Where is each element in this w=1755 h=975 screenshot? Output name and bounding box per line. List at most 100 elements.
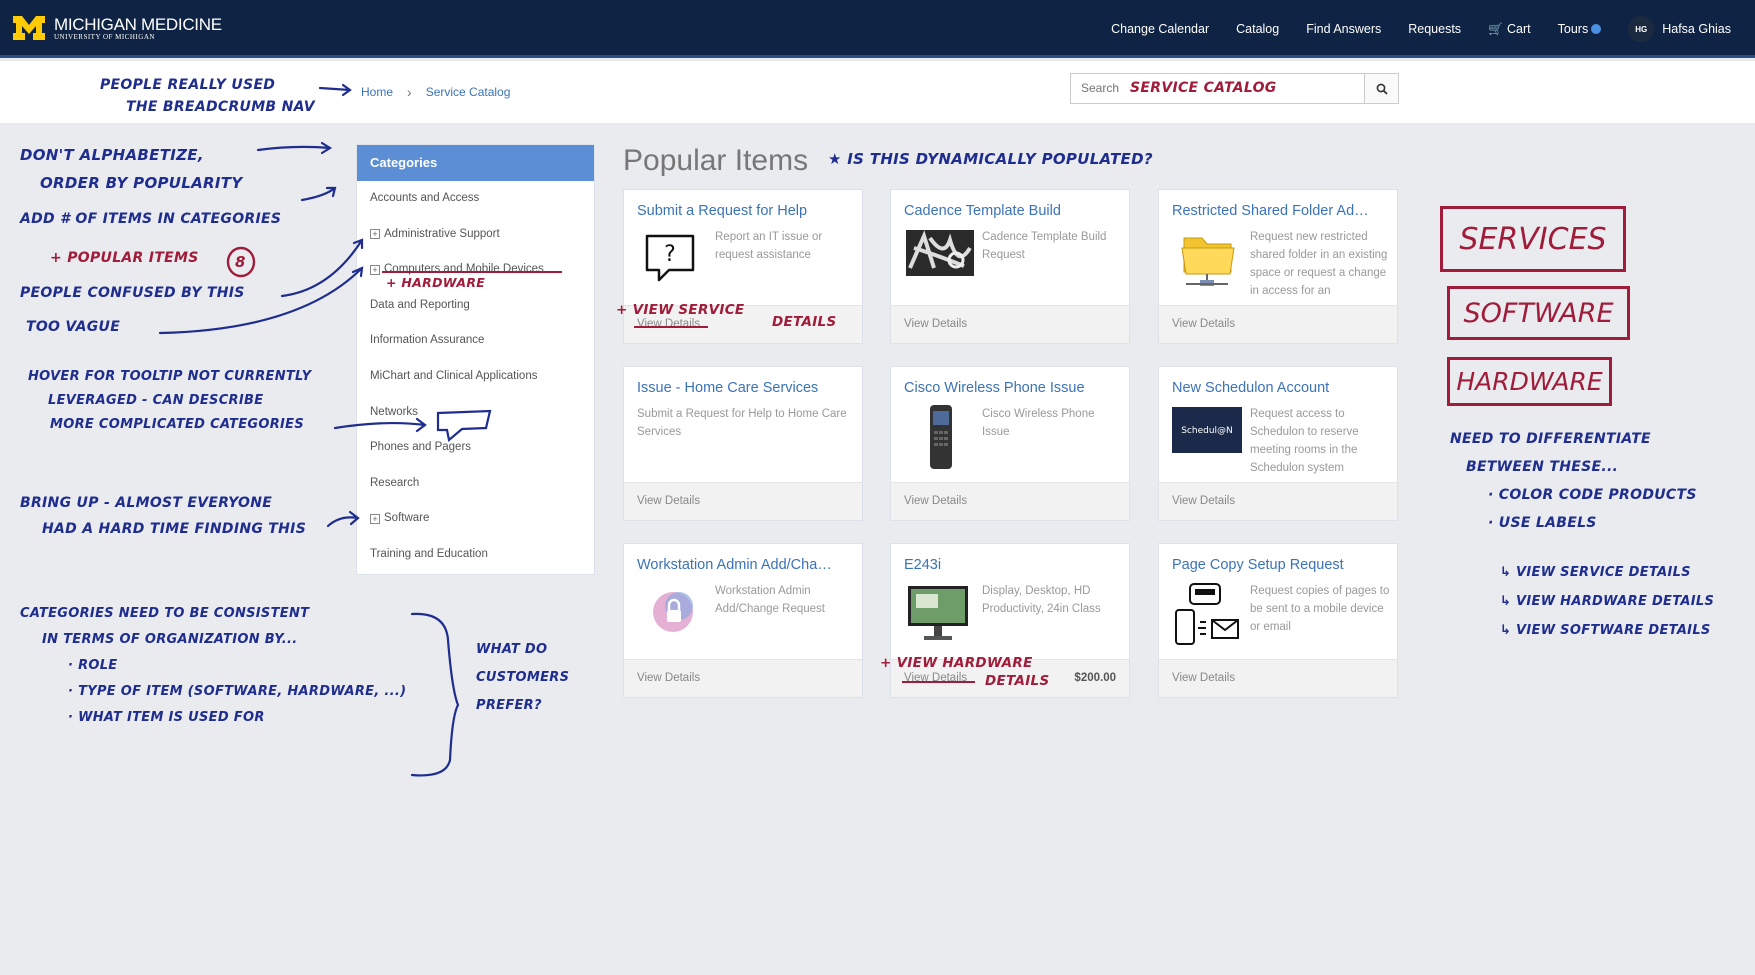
card-description: Report an IT issue or request assistance bbox=[715, 231, 823, 261]
breadcrumb-current[interactable]: Service Catalog bbox=[426, 85, 511, 99]
nav-change-calendar[interactable]: Change Calendar bbox=[1111, 22, 1209, 36]
hardware-note: + HARDWARE bbox=[386, 275, 486, 290]
categories-panel: Categories Accounts and Access + Administ… bbox=[356, 144, 595, 575]
category-item[interactable]: Accounts and Access bbox=[357, 181, 594, 217]
differentiate-note: NEED TO DIFFERENTIATE BETWEEN THESE... ·… bbox=[1450, 425, 1697, 537]
breadcrumb-home[interactable]: Home bbox=[361, 85, 393, 99]
card-title[interactable]: Issue - Home Care Services bbox=[637, 380, 851, 396]
card-title[interactable]: E243i bbox=[904, 557, 1118, 573]
card-title[interactable]: Restricted Shared Folder Ad… bbox=[1172, 203, 1386, 219]
category-item[interactable]: Phones and Pagers bbox=[357, 430, 594, 466]
nav-cart[interactable]: 🛒 Cart bbox=[1488, 22, 1531, 36]
brand-logo[interactable]: MICHIGAN MEDICINE UNIVERSITY OF MICHIGAN bbox=[12, 14, 222, 42]
note-line: WHAT DO bbox=[476, 642, 548, 657]
note-line: HAD A HARD TIME FINDING THIS bbox=[42, 521, 307, 537]
breadcrumb-separator-icon: › bbox=[407, 84, 412, 100]
nav-requests[interactable]: Requests bbox=[1408, 22, 1461, 36]
folder-network-icon bbox=[1172, 228, 1247, 293]
expand-plus-icon[interactable]: + bbox=[370, 264, 380, 275]
card-title[interactable]: Cadence Template Build bbox=[904, 203, 1118, 219]
category-item[interactable]: + Administrative Support bbox=[357, 217, 594, 253]
arrow-icon: ↳ bbox=[1500, 623, 1517, 638]
view-details-link[interactable]: View Details bbox=[904, 495, 967, 507]
search-button[interactable] bbox=[1364, 74, 1398, 103]
card-description: Display, Desktop, HD Productivity, 24in … bbox=[982, 585, 1101, 615]
view-details-link[interactable]: View Details bbox=[637, 672, 700, 684]
card-title[interactable]: Submit a Request for Help bbox=[637, 203, 851, 219]
bring-up-note: BRING UP - ALMOST EVERYONE HAD A HARD TI… bbox=[20, 490, 306, 542]
view-details-link[interactable]: View Details bbox=[1172, 672, 1235, 684]
note-line: THE BREADCRUMB NAV bbox=[126, 99, 315, 115]
category-item[interactable]: + Software bbox=[357, 501, 594, 537]
avatar[interactable]: HG bbox=[1628, 16, 1655, 42]
view-details-link[interactable]: View Details bbox=[637, 318, 700, 330]
nav-cart-label: Cart bbox=[1507, 22, 1531, 36]
note-line: IS THIS DYNAMICALLY POPULATED? bbox=[847, 150, 1153, 168]
catalog-card[interactable]: Restricted Shared Folder Ad… Request new… bbox=[1158, 189, 1398, 344]
user-name[interactable]: Hafsa Ghias bbox=[1662, 22, 1731, 36]
popular-items-note: + POPULAR ITEMS bbox=[50, 250, 199, 266]
category-label: Information Assurance bbox=[370, 334, 485, 347]
catalog-card[interactable]: Cisco Wireless Phone Issue Cisco Wireles… bbox=[890, 366, 1130, 521]
brand-title: MICHIGAN MEDICINE bbox=[54, 14, 222, 34]
count-note: ADD # OF ITEMS IN CATEGORIES bbox=[20, 211, 282, 227]
help-bubble-icon: ? bbox=[637, 228, 712, 293]
brand-subtitle: UNIVERSITY OF MICHIGAN bbox=[54, 32, 155, 41]
expand-plus-icon[interactable]: + bbox=[370, 514, 380, 525]
tooltip-note: HOVER FOR TOOLTIP NOT CURRENTLY LEVERAGE… bbox=[28, 365, 311, 437]
tour-indicator-icon bbox=[1591, 24, 1602, 34]
category-label: Research bbox=[370, 476, 420, 489]
catalog-card[interactable]: Workstation Admin Add/Cha… Workstation A… bbox=[623, 543, 863, 698]
category-item[interactable]: MiChart and Clinical Applications bbox=[357, 359, 594, 395]
catalog-card[interactable]: Page Copy Setup Request Request copies o… bbox=[1158, 543, 1398, 698]
view-details-link[interactable]: View Details bbox=[904, 318, 967, 330]
arrow-icon: ↳ bbox=[1500, 565, 1517, 580]
note-line: VIEW SERVICE DETAILS bbox=[1516, 565, 1691, 580]
category-item[interactable]: Networks bbox=[357, 395, 594, 431]
cart-icon: 🛒 bbox=[1488, 22, 1504, 36]
note-line: BETWEEN THESE... bbox=[1466, 459, 1619, 475]
card-description: Workstation Admin Add/Change Request bbox=[715, 585, 825, 615]
catalog-card[interactable]: New Schedulon Account Schedul@N Request … bbox=[1158, 366, 1398, 521]
search-icon bbox=[1376, 83, 1388, 95]
nav-find-answers[interactable]: Find Answers bbox=[1306, 22, 1381, 36]
consistency-note: CATEGORIES NEED TO BE CONSISTENT IN TERM… bbox=[20, 601, 406, 731]
category-label: Data and Reporting bbox=[370, 298, 470, 311]
category-label: Accounts and Access bbox=[370, 192, 480, 204]
category-item[interactable]: Training and Education bbox=[357, 537, 594, 573]
services-label-box: SERVICES bbox=[1440, 206, 1626, 272]
card-footer: View Details bbox=[1159, 659, 1397, 697]
note-line: · USE LABELS bbox=[1488, 515, 1597, 531]
lock-icon bbox=[637, 582, 712, 647]
svg-text:Schedul@N: Schedul@N bbox=[1181, 426, 1233, 436]
card-description: Cadence Template Build Request bbox=[982, 231, 1107, 261]
category-item[interactable]: Data and Reporting bbox=[357, 288, 594, 324]
dynamic-note: ★ IS THIS DYNAMICALLY POPULATED? bbox=[828, 150, 1153, 168]
category-item[interactable]: Information Assurance bbox=[357, 323, 594, 359]
view-details-link[interactable]: View Details bbox=[1172, 318, 1235, 330]
card-title[interactable]: Workstation Admin Add/Cha… bbox=[637, 557, 851, 573]
nav-catalog[interactable]: Catalog bbox=[1236, 22, 1279, 36]
hardware-details-note: + VIEW HARDWARE bbox=[880, 655, 1033, 671]
note-line: PEOPLE REALLY USED bbox=[100, 77, 276, 93]
view-details-link[interactable]: View Details bbox=[637, 495, 700, 507]
view-details-link[interactable]: View Details bbox=[904, 672, 967, 684]
catalog-card[interactable]: Issue - Home Care Services Submit a Requ… bbox=[623, 366, 863, 521]
note-line: BRING UP - ALMOST EVERYONE bbox=[20, 495, 273, 511]
catalog-card[interactable]: Cadence Template Build Cadence Template … bbox=[890, 189, 1130, 344]
card-title[interactable]: New Schedulon Account bbox=[1172, 380, 1386, 396]
note-line: HOVER FOR TOOLTIP NOT CURRENTLY bbox=[28, 369, 312, 384]
nav-tours[interactable]: Tours bbox=[1558, 22, 1602, 36]
card-title[interactable]: Page Copy Setup Request bbox=[1172, 557, 1386, 573]
category-item[interactable]: Research bbox=[357, 466, 594, 502]
star-icon: ★ bbox=[828, 150, 848, 168]
block-m-icon bbox=[12, 14, 46, 42]
note-line: · ROLE bbox=[68, 658, 118, 673]
note-line: IN TERMS OF ORGANIZATION BY... bbox=[42, 632, 298, 647]
price-label: $200.00 bbox=[1074, 672, 1116, 684]
expand-plus-icon[interactable]: + bbox=[370, 229, 380, 240]
label-examples: ↳ VIEW SERVICE DETAILS ↳ VIEW HARDWARE D… bbox=[1500, 558, 1714, 645]
card-title[interactable]: Cisco Wireless Phone Issue bbox=[904, 380, 1118, 396]
view-details-link[interactable]: View Details bbox=[1172, 495, 1235, 507]
note-line: VIEW HARDWARE DETAILS bbox=[1516, 594, 1715, 609]
